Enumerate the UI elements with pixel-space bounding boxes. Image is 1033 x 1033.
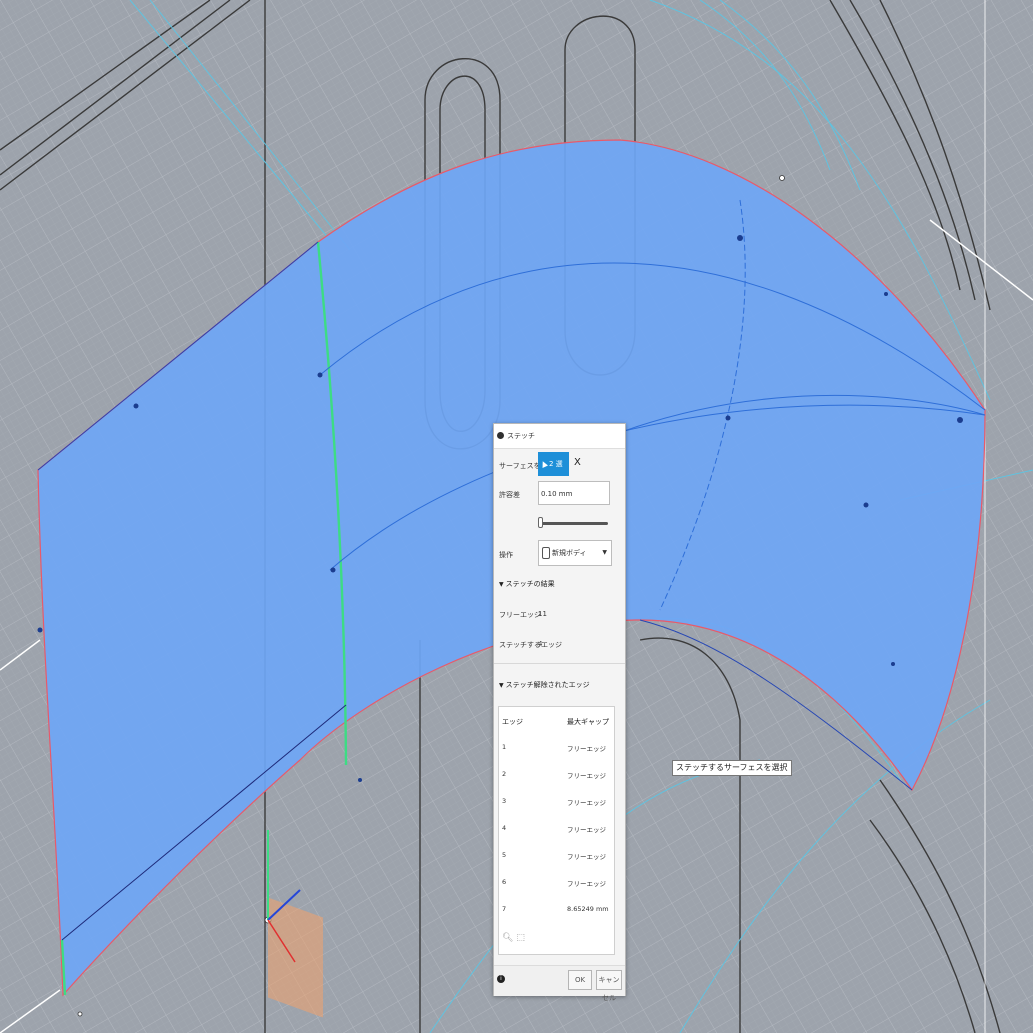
- edge-number: 6: [502, 878, 507, 886]
- free-edges-count: 11: [538, 610, 547, 618]
- edge-gap: フリーエッジ: [567, 826, 606, 834]
- select-edge-icon[interactable]: ⬚: [516, 933, 525, 943]
- ok-button[interactable]: OK: [568, 970, 592, 990]
- edge-gap: 8.65249 mm: [567, 905, 609, 913]
- table-row[interactable]: 2 フリーエッジ: [499, 764, 614, 791]
- table-row[interactable]: 6 フリーエッジ: [499, 872, 614, 899]
- edge-number: 3: [502, 797, 507, 805]
- edge-number: 5: [502, 851, 507, 859]
- expand-triangle-icon: ▼: [499, 581, 504, 588]
- edge-number: 1: [502, 743, 507, 751]
- results-section-header[interactable]: ▼ ステッチの結果: [499, 579, 555, 589]
- cursor-arrow-icon: [540, 460, 548, 468]
- table-row[interactable]: 5 フリーエッジ: [499, 845, 614, 872]
- table-row[interactable]: 1 フリーエッジ: [499, 737, 614, 764]
- collapse-icon[interactable]: [497, 432, 504, 439]
- edge-gap: フリーエッジ: [567, 799, 606, 807]
- free-edges-label: フリーエッジ: [499, 611, 541, 619]
- operation-dropdown[interactable]: 新規ボディ ▼: [538, 540, 612, 566]
- detail-section-title: ステッチ解除されたエッジ: [505, 681, 590, 689]
- canvas-tooltip: ステッチするサーフェスを選択: [672, 760, 792, 776]
- dropdown-caret-icon: ▼: [602, 549, 607, 556]
- table-row[interactable]: 3 フリーエッジ: [499, 791, 614, 818]
- edge-gap: フリーエッジ: [567, 772, 606, 780]
- edge-number: 7: [502, 905, 507, 913]
- results-section-title: ステッチの結果: [505, 580, 555, 588]
- edge-gap: フリーエッジ: [567, 853, 606, 861]
- section-divider: [494, 663, 625, 664]
- surface-selection-button[interactable]: 2 選択済み: [538, 452, 569, 492]
- column-header-max-gap: 最大ギャップ: [567, 718, 609, 726]
- dialog-title-bar[interactable]: ステッチ: [494, 424, 625, 449]
- table-tools: 🔍︎ ⬚: [502, 933, 525, 943]
- edge-gap: フリーエッジ: [567, 880, 606, 888]
- tolerance-label: 許容差: [499, 491, 520, 499]
- info-icon[interactable]: i: [497, 975, 505, 983]
- dialog-footer: i OK キャンセル: [494, 965, 625, 1002]
- edge-number: 2: [502, 770, 507, 778]
- operation-value: 新規ボディ: [552, 549, 587, 557]
- detail-section-header[interactable]: ▼ ステッチ解除されたエッジ: [499, 680, 590, 690]
- column-header-edge: エッジ: [502, 718, 523, 726]
- stitch-dialog[interactable]: ステッチ サーフェスをステッチ 2 選択済み X 許容差 0.10 mm 操作 …: [493, 423, 626, 1002]
- cancel-button[interactable]: キャンセル: [596, 970, 622, 1002]
- stitched-edges-count: 4: [538, 640, 543, 648]
- table-row[interactable]: 4 フリーエッジ: [499, 818, 614, 845]
- table-row[interactable]: 7 8.65249 mm: [499, 899, 614, 926]
- dialog-title: ステッチ: [507, 432, 535, 440]
- tolerance-slider-track[interactable]: [540, 522, 608, 525]
- tolerance-slider-thumb[interactable]: [538, 517, 543, 528]
- expand-triangle-icon: ▼: [499, 682, 504, 689]
- edge-gap: フリーエッジ: [567, 745, 606, 753]
- zoom-to-edge-icon[interactable]: 🔍︎: [502, 933, 513, 943]
- operation-label: 操作: [499, 551, 513, 559]
- unstitched-edges-table[interactable]: エッジ 最大ギャップ 1 フリーエッジ 2 フリーエッジ 3 フリーエッジ 4 …: [498, 706, 615, 955]
- stitched-edges-label: ステッチするエッジ: [499, 641, 562, 649]
- tolerance-input[interactable]: 0.10 mm: [538, 481, 610, 505]
- new-body-icon: [542, 547, 550, 559]
- edge-number: 4: [502, 824, 507, 832]
- clear-selection-button[interactable]: X: [574, 457, 581, 468]
